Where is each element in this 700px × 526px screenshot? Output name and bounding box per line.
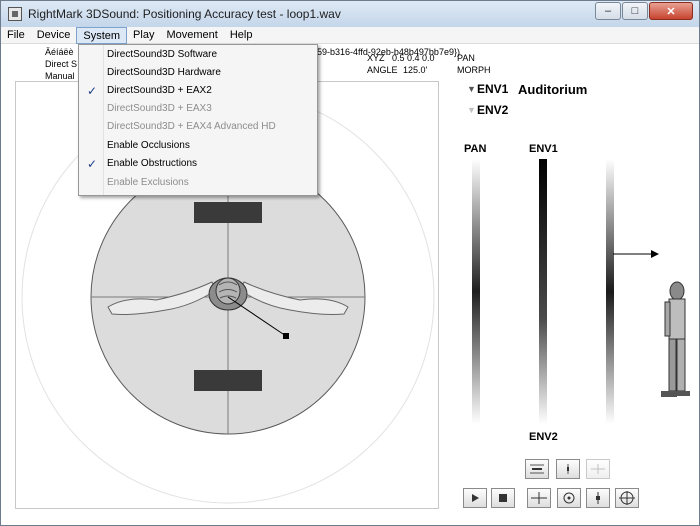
env2-label[interactable]: ENV2 <box>477 103 508 117</box>
menu-item-label: DirectSound3D Hardware <box>107 67 221 78</box>
front-speaker <box>194 202 262 223</box>
vertical-path-icon <box>596 492 600 504</box>
device-name-text: Äéíáëè <box>45 47 74 57</box>
movement-mode-text: Manual <box>45 71 75 81</box>
menu-device[interactable]: Device <box>31 27 77 44</box>
window-controls: – □ ✕ <box>594 2 693 20</box>
minimize-button[interactable]: – <box>595 2 621 20</box>
env-mode-2-button[interactable] <box>556 459 580 479</box>
rear-speaker <box>194 370 262 391</box>
app-icon[interactable] <box>8 7 22 21</box>
play-button[interactable] <box>463 488 487 508</box>
env1-label[interactable]: ENV1 <box>477 82 508 96</box>
system-menu-dropdown: DirectSound3D Software DirectSound3D Har… <box>78 44 318 196</box>
env2-triangle-icon[interactable]: ▼ <box>467 105 476 115</box>
env-mode-3-button[interactable] <box>586 459 610 479</box>
menu-file[interactable]: File <box>1 27 31 44</box>
menu-ds3d-hardware[interactable]: DirectSound3D Hardware <box>81 64 315 82</box>
app-window: RightMark 3DSound: Positioning Accuracy … <box>0 0 700 526</box>
target-icon <box>619 491 635 505</box>
env1-name: Auditorium <box>518 82 588 97</box>
morph-mode-text: MORPH <box>457 65 491 75</box>
close-button[interactable]: ✕ <box>649 2 693 20</box>
pan-mode-text: PAN <box>457 53 475 63</box>
angle-value: 125.0' <box>403 65 428 75</box>
xyz-label: XYZ <box>367 53 385 63</box>
menu-item-label: DirectSound3D + EAX4 Advanced HD <box>107 121 276 132</box>
move-free-button[interactable] <box>527 488 551 508</box>
title-bar[interactable]: RightMark 3DSound: Positioning Accuracy … <box>1 1 699 27</box>
env2-slider-label: ENV2 <box>529 431 558 443</box>
cross-arrows-icon <box>591 464 605 474</box>
morph-slider[interactable] <box>606 159 614 424</box>
window-title: RightMark 3DSound: Positioning Accuracy … <box>28 7 341 21</box>
listener-height-figure <box>661 281 690 397</box>
menu-system[interactable]: System <box>76 27 128 44</box>
morph-position-arrow-icon <box>613 250 659 258</box>
menu-ds3d-eax3[interactable]: DirectSound3D + EAX3 <box>81 100 315 118</box>
env-mode-1-button[interactable] <box>525 459 549 479</box>
menu-bar: File Device System Play Movement Help <box>1 27 699 44</box>
mode-text: Direct S <box>45 59 78 69</box>
move-cross-icon <box>531 492 547 504</box>
env1-slider-label: ENV1 <box>529 143 558 155</box>
pan-slider-label: PAN <box>464 143 487 155</box>
menu-item-label: Enable Obstructions <box>107 158 198 169</box>
menu-item-label: DirectSound3D Software <box>107 49 218 60</box>
move-circle-button[interactable] <box>557 488 581 508</box>
menu-ds3d-eax2[interactable]: ✓ DirectSound3D + EAX2 <box>81 82 315 100</box>
menu-enable-occlusions[interactable]: Enable Occlusions <box>81 137 315 155</box>
maximize-button[interactable]: □ <box>622 2 648 20</box>
env1-triangle-icon[interactable]: ▼ <box>467 84 476 94</box>
menu-item-label: DirectSound3D + EAX3 <box>107 103 212 114</box>
menu-help[interactable]: Help <box>224 27 259 44</box>
play-icon <box>472 494 479 502</box>
menu-movement[interactable]: Movement <box>160 27 223 44</box>
menu-item-label: Enable Occlusions <box>107 140 190 151</box>
menu-item-label: Enable Exclusions <box>107 177 189 188</box>
move-line-button[interactable] <box>586 488 610 508</box>
menu-item-label: DirectSound3D + EAX2 <box>107 85 212 96</box>
stop-button[interactable] <box>491 488 515 508</box>
align-vertical-icon <box>567 464 569 474</box>
angle-label: ANGLE <box>367 65 398 75</box>
sound-source-marker[interactable] <box>283 333 289 339</box>
menu-ds3d-eax4[interactable]: DirectSound3D + EAX4 Advanced HD <box>81 118 315 136</box>
menu-enable-obstructions[interactable]: ✓ Enable Obstructions <box>81 155 315 173</box>
stop-icon <box>499 494 507 502</box>
check-icon: ✓ <box>87 157 98 171</box>
env1-slider[interactable] <box>539 159 547 424</box>
pan-slider[interactable] <box>472 159 480 424</box>
xyz-value: 0.5 0.4 0.0 <box>392 53 435 63</box>
device-guid-text: 59-b316-4ffd-92eb-b48b497bb7e9}) <box>317 47 460 57</box>
menu-ds3d-software[interactable]: DirectSound3D Software <box>81 46 315 64</box>
menu-enable-exclusions[interactable]: Enable Exclusions <box>81 174 315 192</box>
align-horizontal-icon <box>530 464 544 474</box>
check-icon: ✓ <box>87 84 98 98</box>
circle-path-icon <box>563 492 575 504</box>
menu-play[interactable]: Play <box>127 27 160 44</box>
move-target-button[interactable] <box>615 488 639 508</box>
